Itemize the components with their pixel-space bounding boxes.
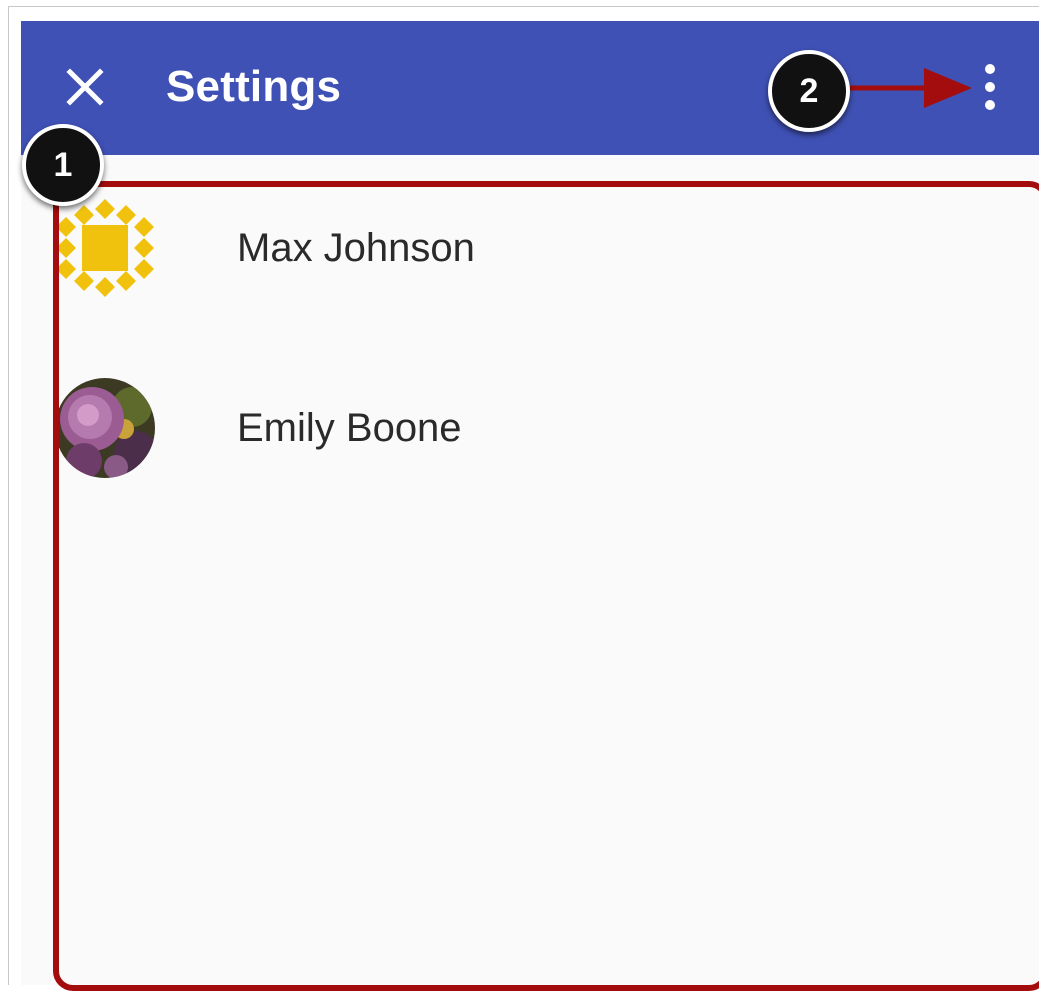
overflow-menu-button[interactable] (975, 61, 1005, 115)
close-icon (66, 68, 104, 106)
page-title: Settings (166, 62, 342, 111)
callout-badge-2: 2 (768, 50, 850, 132)
close-button[interactable] (63, 65, 107, 109)
account-list-highlight (53, 181, 1039, 991)
callout-badge-1: 1 (22, 124, 104, 206)
arrow-icon (846, 66, 974, 110)
more-vert-icon (985, 64, 995, 110)
settings-screen: Settings Max Johnson Emily Boone (21, 21, 1039, 991)
